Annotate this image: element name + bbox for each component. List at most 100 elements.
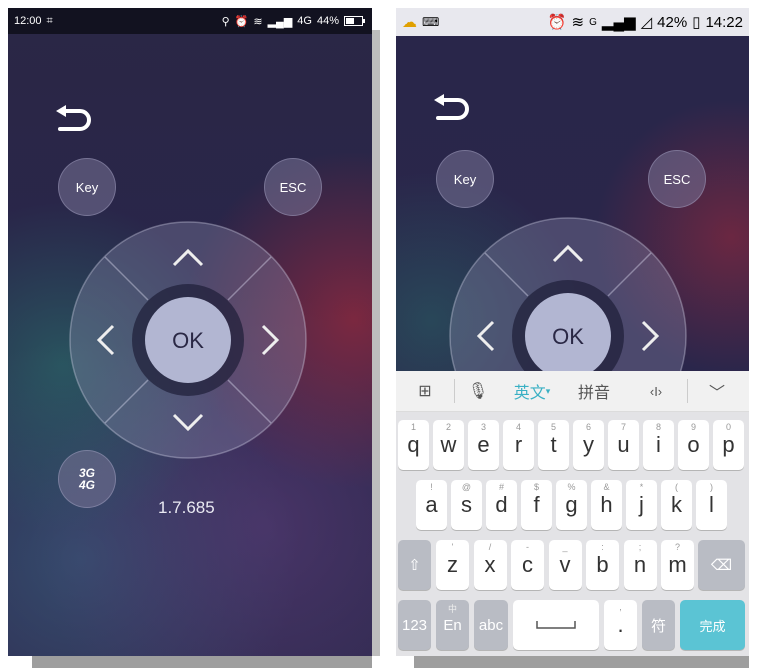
key-label: r: [514, 432, 523, 457]
remote-area: Key ESC OK: [396, 36, 749, 371]
grid-menu-icon[interactable]: ⊞: [396, 381, 454, 401]
key-button[interactable]: Key: [58, 158, 116, 216]
screenshot-shadow: [372, 30, 380, 656]
key-label: c: [522, 552, 533, 577]
battery-icon: ▯: [692, 14, 701, 31]
key-p[interactable]: 0p: [713, 420, 744, 470]
key-s[interactable]: @ s: [451, 480, 482, 530]
key-label: j: [639, 492, 644, 517]
done-key[interactable]: 完成: [680, 600, 745, 650]
location-icon: ⚲: [221, 15, 230, 28]
microphone-icon[interactable]: 🎙: [455, 381, 501, 401]
key-secondary-label: 0: [725, 422, 731, 432]
key-i[interactable]: 8i: [643, 420, 674, 470]
key-label: v: [559, 552, 571, 577]
pinyin-mode-toggle[interactable]: 拼音: [563, 379, 625, 403]
network-type: 4G: [297, 15, 312, 27]
key-label: g: [565, 492, 578, 517]
key-secondary-label: 2: [445, 422, 451, 432]
key-w[interactable]: 2w: [433, 420, 464, 470]
key-j[interactable]: * j: [626, 480, 657, 530]
pinyin-label: 拼音: [577, 385, 610, 402]
english-mode-toggle[interactable]: 英文 ▾: [501, 379, 563, 403]
key-v[interactable]: _ v: [548, 540, 582, 590]
version-label: 1.7.685: [158, 498, 215, 517]
status-bar: 12:00 ⌗ ⚲ ⏰ ≋ ▂▄▆ 4G 44%: [8, 8, 372, 34]
key-label: w: [440, 432, 457, 457]
screenshot-shadow: [32, 656, 372, 668]
key-button-label: Key: [453, 171, 477, 187]
key-b[interactable]: :b: [586, 540, 619, 590]
key-d[interactable]: # d: [486, 480, 517, 530]
battery-level: 42%: [657, 13, 688, 31]
key-r[interactable]: 4r: [503, 420, 534, 470]
esc-button[interactable]: ESC: [648, 150, 706, 208]
key-l[interactable]: ) l: [696, 480, 727, 530]
key-secondary-label: !: [430, 482, 433, 492]
cursor-label: ‹I›: [649, 383, 663, 399]
key-secondary-label: %: [567, 482, 576, 492]
key-secondary-label: 9: [690, 422, 696, 432]
key-label: b: [596, 552, 609, 577]
alarm-icon: ⏰: [547, 14, 567, 31]
key-secondary-label: 4: [515, 422, 521, 432]
cursor-control-button[interactable]: ‹I›: [625, 384, 687, 399]
key-label: t: [550, 432, 557, 457]
key-q[interactable]: 1q: [398, 420, 429, 470]
symbols-key[interactable]: 符: [642, 600, 675, 650]
key-z[interactable]: ' z: [436, 540, 469, 590]
key-h[interactable]: & h: [591, 480, 622, 530]
dpad: OK: [449, 217, 687, 371]
network-mode-button[interactable]: 3G 4G: [58, 450, 116, 508]
key-secondary-label: -: [526, 542, 529, 552]
backspace-key[interactable]: ⌫: [698, 540, 745, 590]
key-label: k: [671, 492, 682, 517]
key-f[interactable]: $ f: [521, 480, 552, 530]
space-key[interactable]: [513, 600, 599, 650]
key-k[interactable]: (k: [661, 480, 692, 530]
abc-key-label: abc: [478, 616, 504, 634]
numbers-key[interactable]: 123: [398, 600, 431, 650]
wifi-icon: ≋: [571, 14, 585, 31]
clock: 12:00: [14, 15, 42, 27]
done-key-label: 完成: [699, 618, 726, 634]
key-secondary-label: $: [533, 482, 539, 492]
key-button[interactable]: Key: [436, 150, 494, 208]
key-label: m: [668, 552, 687, 577]
key-secondary-label: 3: [480, 422, 486, 432]
back-icon[interactable]: [54, 105, 94, 135]
notification-icon: ⌗: [46, 14, 53, 27]
key-u[interactable]: 7u: [608, 420, 639, 470]
key-t[interactable]: 5t: [538, 420, 569, 470]
key-e[interactable]: 3e: [468, 420, 499, 470]
key-secondary-label: ': [451, 542, 454, 552]
key-y[interactable]: 6y: [573, 420, 604, 470]
back-icon[interactable]: [432, 94, 472, 124]
ok-label: OK: [552, 324, 584, 349]
key-label: x: [484, 552, 496, 577]
key-secondary-label: 5: [550, 422, 556, 432]
key-a[interactable]: ! a: [416, 480, 447, 530]
key-c[interactable]: -c: [511, 540, 544, 590]
abc-key[interactable]: abc: [474, 600, 508, 650]
comma-label: ,: [619, 602, 622, 612]
space-icon: [536, 621, 576, 629]
shift-key[interactable]: ⇧: [398, 540, 431, 590]
signal-icon: ▂▄▆: [267, 15, 293, 28]
symbols-key-label: 符: [650, 617, 666, 635]
key-m[interactable]: ? m: [661, 540, 694, 590]
language-key[interactable]: 中 En: [436, 600, 469, 650]
key-secondary-label: &: [603, 482, 610, 492]
esc-button[interactable]: ESC: [264, 158, 322, 216]
key-g[interactable]: % g: [556, 480, 587, 530]
left-phone-screen: 12:00 ⌗ ⚲ ⏰ ≋ ▂▄▆ 4G 44% Key ESC OK 3G 4…: [8, 8, 372, 656]
key-label: p: [722, 432, 735, 457]
key-label: l: [709, 492, 714, 517]
collapse-keyboard-icon[interactable]: ﹀: [688, 379, 746, 403]
weather-icon: ☁: [402, 14, 417, 31]
punctuation-key[interactable]: , .: [604, 600, 637, 650]
key-o[interactable]: 9o: [678, 420, 709, 470]
key-x[interactable]: / x: [473, 540, 507, 590]
key-secondary-label: :: [601, 542, 604, 552]
key-n[interactable]: ; n: [623, 540, 657, 590]
